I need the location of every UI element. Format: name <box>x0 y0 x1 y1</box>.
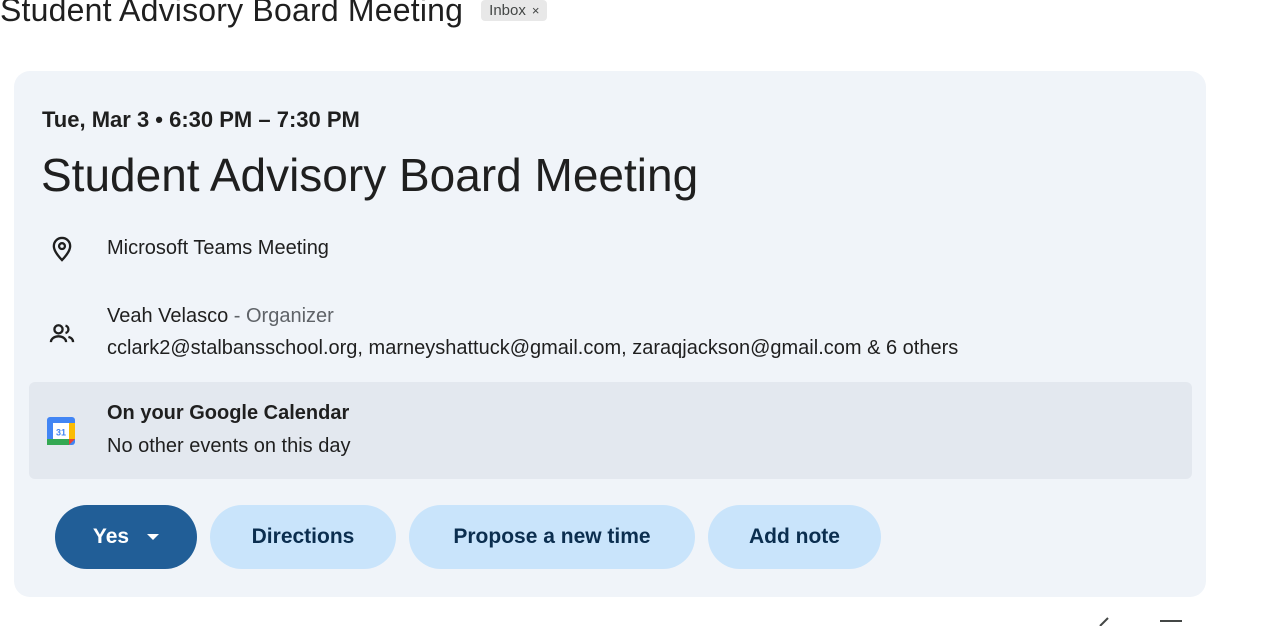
propose-new-time-button[interactable]: Propose a new time <box>409 505 695 569</box>
organizer-role: - Organizer <box>228 305 334 327</box>
email-subject: Student Advisory Board Meeting <box>0 0 464 28</box>
rsvp-yes-button[interactable]: Yes <box>55 505 197 569</box>
event-title: Student Advisory Board Meeting <box>41 149 699 201</box>
calendar-invite-card: Tue, Mar 3 • 6:30 PM – 7:30 PM Student A… <box>14 71 1206 597</box>
chevron-down-icon <box>147 534 160 540</box>
organizer-name[interactable]: Veah Velasco <box>107 305 228 327</box>
calendar-summary-box[interactable]: 31 On your Google Calendar No other even… <box>29 382 1192 479</box>
inbox-label-chip[interactable]: Inbox × <box>481 0 548 21</box>
calendar-summary-title: On your Google Calendar <box>107 402 350 424</box>
calendar-summary-subtitle: No other events on this day <box>107 435 351 457</box>
attendee-list[interactable]: cclark2@stalbansschool.org, marneyshattu… <box>107 337 958 360</box>
rsvp-yes-label: Yes <box>92 525 130 548</box>
people-icon <box>49 324 75 343</box>
organizer-line: Veah Velasco - Organizer <box>107 305 334 328</box>
location-pin-icon <box>52 236 72 262</box>
more-options-icon <box>1160 620 1182 622</box>
remove-label-icon[interactable]: × <box>532 3 540 18</box>
add-note-button[interactable]: Add note <box>708 505 881 569</box>
inbox-label-text: Inbox <box>489 1 526 19</box>
directions-button[interactable]: Directions <box>210 505 396 569</box>
google-calendar-icon: 31 <box>47 417 75 445</box>
email-header: Student Advisory Board Meeting Inbox × <box>0 0 548 34</box>
event-location: Microsoft Teams Meeting <box>107 237 329 259</box>
message-action-icons <box>1099 617 1182 626</box>
reply-icon <box>1099 617 1109 626</box>
event-datetime: Tue, Mar 3 • 6:30 PM – 7:30 PM <box>42 107 360 132</box>
calendar-icon-day: 31 <box>56 428 66 438</box>
